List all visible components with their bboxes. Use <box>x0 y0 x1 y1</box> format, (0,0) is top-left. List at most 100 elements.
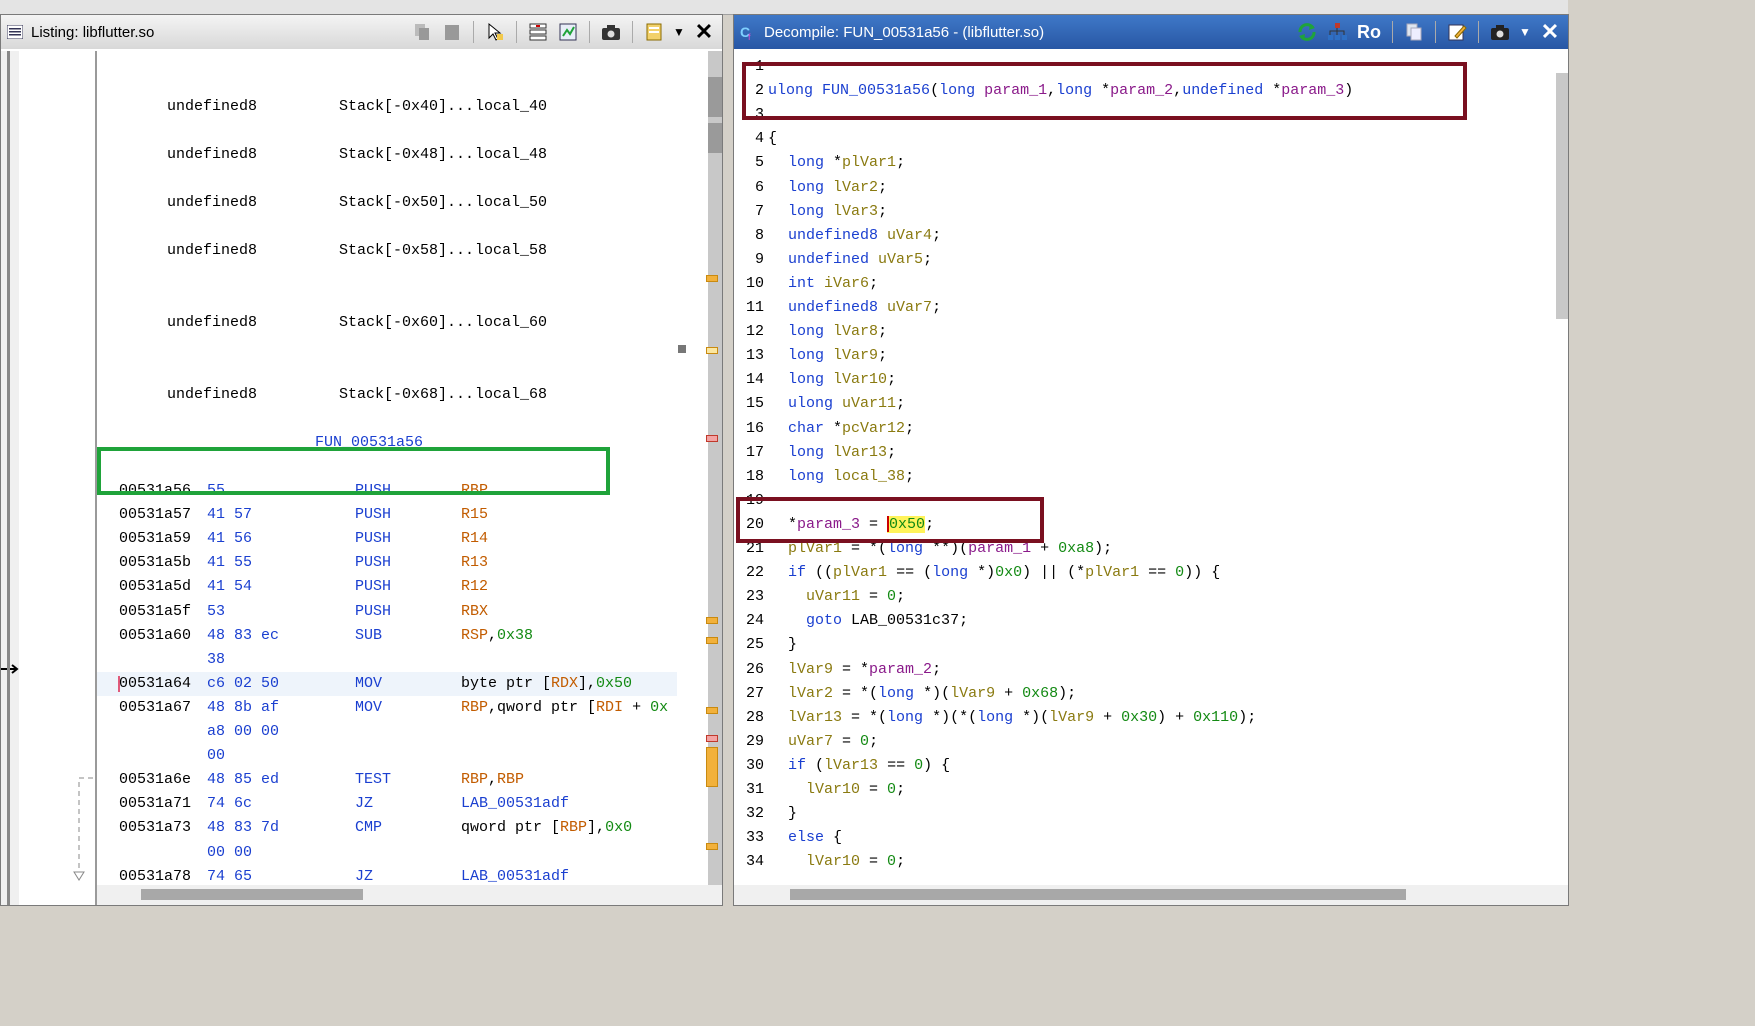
instruction-row[interactable]: 00531a5d 41 54 PUSH R12 <box>97 575 677 599</box>
instruction-row[interactable]: 00531a5f 53 PUSH RBX <box>97 600 677 624</box>
decompile-vscrollbar[interactable] <box>1556 51 1568 885</box>
code-text: else { <box>788 829 843 847</box>
instruction-row[interactable]: 00531a71 74 6c JZ LAB_00531adf <box>97 792 677 816</box>
listing-overview-bar[interactable] <box>678 51 722 885</box>
refresh-icon[interactable] <box>1295 20 1319 44</box>
decompile-line[interactable]: 16 char *pcVar12; <box>734 417 1554 441</box>
decompile-line[interactable]: 29 uVar7 = 0; <box>734 730 1554 754</box>
instruction-row[interactable]: 00531a73 48 83 7d CMP qword ptr [RBP],0x0 <box>97 816 677 840</box>
decompile-line[interactable]: 27 lVar2 = *(long *)(lVar9 + 0x68); <box>734 682 1554 706</box>
listing-error-marker[interactable] <box>706 735 718 742</box>
decompile-line[interactable]: 11 undefined8 uVar7; <box>734 296 1554 320</box>
decompile-line[interactable]: 28 lVar13 = *(long *)(*(long *)(lVar9 + … <box>734 706 1554 730</box>
line-number: 33 <box>745 829 764 847</box>
instruction-row[interactable]: 00 <box>97 744 677 768</box>
dropdown-icon[interactable]: ▼ <box>1518 20 1532 44</box>
listing-bookmark-marker[interactable] <box>706 747 718 787</box>
decompile-titlebar[interactable]: Cf Decompile: FUN_00531a56 - (libflutter… <box>734 15 1568 49</box>
decompile-line[interactable]: 7 long lVar3; <box>734 200 1554 224</box>
decompile-line[interactable]: 23 uVar11 = 0; <box>734 585 1554 609</box>
code-text: long lVar2; <box>788 178 888 196</box>
decompile-line[interactable]: 32 } <box>734 802 1554 826</box>
stack-variable-row[interactable]: undefined8 Stack[-0x68]... local_68 <box>97 383 677 407</box>
instruction-operands: RSP,0x38 <box>461 626 534 644</box>
listing-bookmark-marker[interactable] <box>706 275 718 282</box>
variable-stack-offset: Stack[-0x50]... <box>339 194 475 211</box>
instruction-row[interactable]: 00531a59 41 56 PUSH R14 <box>97 527 677 551</box>
instruction-row[interactable]: 00531a5b 41 55 PUSH R13 <box>97 551 677 575</box>
toolbar-separator <box>1478 21 1479 43</box>
instruction-row[interactable]: 00531a64 c6 02 50 MOV byte ptr [RDX],0x50 <box>97 671 677 696</box>
decompile-hscrollbar[interactable] <box>734 885 1568 905</box>
instruction-bytes: 00 00 <box>207 843 253 861</box>
listing-bookmark-marker[interactable] <box>706 637 718 644</box>
line-number: 5 <box>754 154 764 172</box>
listing-bookmark-marker[interactable] <box>706 843 718 850</box>
decompile-line[interactable]: 14 long lVar10; <box>734 368 1554 392</box>
close-icon[interactable]: ✕ <box>1538 19 1562 44</box>
decompile-line[interactable]: 17 long lVar13; <box>734 441 1554 465</box>
instruction-row[interactable]: 00531a67 48 8b af MOV RBP,qword ptr [RDI + … <box>97 696 677 720</box>
listing-bookmark-marker[interactable] <box>706 347 718 354</box>
copy-icon[interactable] <box>1402 20 1426 44</box>
decompile-line[interactable]: 9 undefined uVar5; <box>734 248 1554 272</box>
decompile-line[interactable]: 25 } <box>734 633 1554 657</box>
stack-variable-row[interactable]: undefined8 Stack[-0x48]... local_48 <box>97 143 677 167</box>
instruction-row[interactable]: a8 00 00 <box>97 720 677 744</box>
listing-titlebar[interactable]: Listing: libflutter.so ▼ ✕ <box>1 15 722 49</box>
options-icon[interactable] <box>642 20 666 44</box>
instruction-row[interactable]: 00531a78 74 65 JZ LAB_00531adf <box>97 865 677 885</box>
copy-icon[interactable] <box>410 20 434 44</box>
decompile-line[interactable]: 5 long *plVar1; <box>734 151 1554 175</box>
instruction-bytes: 74 65 <box>207 867 253 885</box>
layout-icon[interactable] <box>526 20 550 44</box>
decompile-line[interactable]: 18 long local_38; <box>734 465 1554 489</box>
instruction-row[interactable]: 00 00 <box>97 841 677 865</box>
instruction-row[interactable]: 38 <box>97 648 677 672</box>
stack-variable-row[interactable]: undefined8 Stack[-0x50]... local_50 <box>97 191 677 215</box>
decompile-line[interactable]: 34 lVar10 = 0; <box>734 850 1554 874</box>
decompile-vscroll-thumb[interactable] <box>1556 73 1568 319</box>
instruction-address: 00531a5b <box>119 554 192 572</box>
instruction-row[interactable]: 00531a57 41 57 PUSH R15 <box>97 503 677 527</box>
tree-icon[interactable] <box>1325 20 1349 44</box>
read-only-toggle[interactable]: Ro <box>1355 20 1383 44</box>
decompile-line[interactable]: 24 goto LAB_00531c37; <box>734 609 1554 633</box>
instruction-row[interactable]: 00531a6e 48 85 ed TEST RBP,RBP <box>97 768 677 792</box>
listing-bookmark-marker[interactable] <box>706 617 718 624</box>
decompile-line[interactable]: 15 ulong uVar11; <box>734 392 1554 416</box>
decompile-line[interactable]: 31 lVar10 = 0; <box>734 778 1554 802</box>
decompile-line[interactable]: 4{ <box>734 127 1554 151</box>
stack-variable-row[interactable]: undefined8 Stack[-0x40]... local_40 <box>97 95 677 119</box>
stack-variable-row[interactable]: undefined8 Stack[-0x60]... local_60 <box>97 311 677 335</box>
listing-bookmark-marker[interactable] <box>706 707 718 714</box>
flow-arrow-icon <box>73 777 93 881</box>
stack-variable-row[interactable]: undefined8 Stack[-0x58]... local_58 <box>97 239 677 263</box>
decompile-line[interactable]: 10 int iVar6; <box>734 272 1554 296</box>
decompile-content[interactable]: 1 2 ulong FUN_00531a56(long param_1,long *… <box>734 51 1556 885</box>
close-icon[interactable]: ✕ <box>692 19 716 44</box>
instruction-address: 00531a59 <box>119 530 192 548</box>
listing-error-marker[interactable] <box>706 435 718 442</box>
listing-hscrollbar[interactable] <box>97 885 722 905</box>
instruction-bytes: 48 85 ed <box>207 771 280 789</box>
decompile-line[interactable]: 8 undefined8 uVar4; <box>734 224 1554 248</box>
decompile-line[interactable]: 6 long lVar2; <box>734 176 1554 200</box>
snapshot-icon[interactable] <box>1488 20 1512 44</box>
instruction-row[interactable]: 00531a60 48 83 ec SUB RSP,0x38 <box>97 624 677 648</box>
paste-icon[interactable] <box>440 20 464 44</box>
decompile-line[interactable]: 13 long lVar9; <box>734 344 1554 368</box>
snapshot-icon[interactable] <box>599 20 623 44</box>
diff-icon[interactable] <box>556 20 580 44</box>
decompile-line[interactable]: 12 long lVar8; <box>734 320 1554 344</box>
dropdown-icon[interactable]: ▼ <box>672 20 686 44</box>
decompile-line[interactable]: 26 lVar9 = *param_2; <box>734 658 1554 682</box>
listing-hscroll-thumb[interactable] <box>141 889 363 900</box>
decompile-hscroll-thumb[interactable] <box>790 889 1406 900</box>
cursor-icon[interactable] <box>483 20 507 44</box>
decompile-line[interactable]: 33 else { <box>734 826 1554 850</box>
decompile-line[interactable]: 30 if (lVar13 == 0) { <box>734 754 1554 778</box>
edit-icon[interactable] <box>1445 20 1469 44</box>
decompile-line[interactable]: 22 if ((plVar1 == (long *)0x0) || (*plVa… <box>734 561 1554 585</box>
instruction-bytes: a8 00 00 <box>207 723 280 740</box>
